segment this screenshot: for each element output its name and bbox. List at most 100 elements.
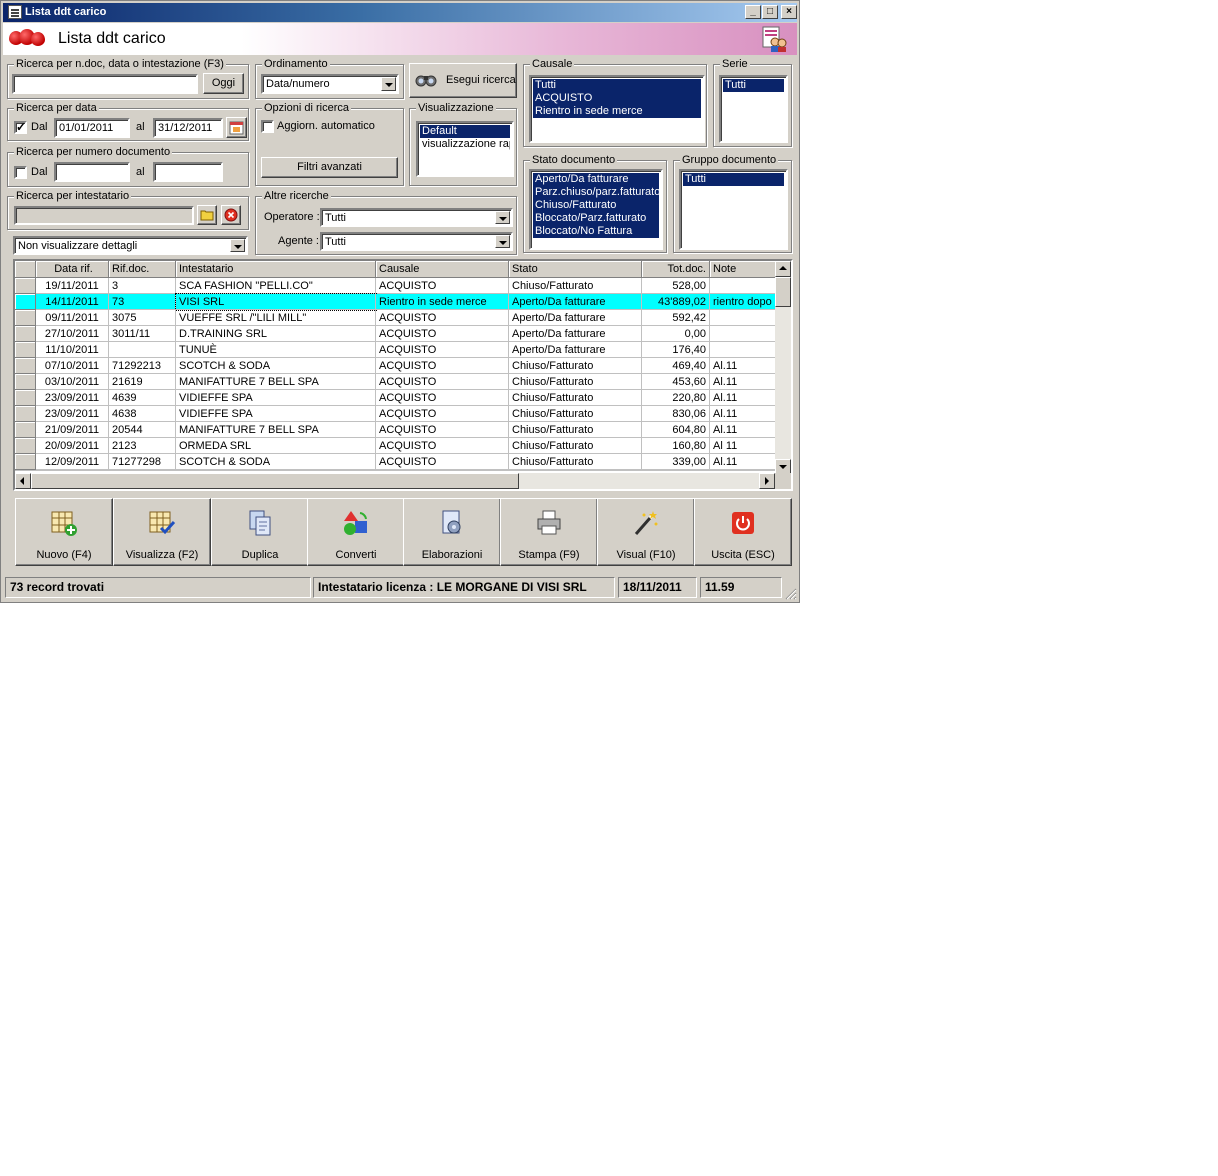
table-row[interactable]: 14/11/2011 73 VISI SRL Rientro in sede merc… (15, 293, 780, 311)
numdoc-dal-checkbox[interactable] (14, 166, 27, 179)
table-cell[interactable]: 4639 (109, 390, 176, 406)
table-row[interactable]: 03/10/2011 21619 MANIFATTURE 7 BELL SPA ACQ… (15, 374, 780, 390)
table-cell[interactable]: 20/09/2011 (36, 438, 109, 454)
row-indicator[interactable] (15, 342, 36, 358)
table-cell[interactable]: D.TRAINING SRL (176, 326, 376, 342)
table-cell[interactable]: VISI SRL (175, 293, 377, 311)
table-cell[interactable]: Aperto/Da fatturare (509, 310, 642, 326)
visualizzazione-item[interactable]: visualizzazione rapida (420, 138, 510, 151)
table-cell[interactable]: Chiuso/Fatturato (509, 374, 642, 390)
table-cell[interactable]: 469,40 (642, 358, 710, 374)
table-cell[interactable]: ORMEDA SRL (176, 438, 376, 454)
horizontal-scroll-thumb[interactable] (31, 473, 519, 489)
table-cell[interactable]: 21619 (109, 374, 176, 390)
table-cell[interactable]: Chiuso/Fatturato (509, 278, 642, 294)
numdoc-from-input[interactable] (54, 162, 130, 182)
table-cell[interactable]: 20544 (109, 422, 176, 438)
calendar-button[interactable] (226, 117, 247, 138)
column-header[interactable]: Tot.doc. (642, 261, 710, 278)
maximize-button[interactable]: □ (762, 5, 778, 19)
table-cell[interactable] (710, 278, 780, 294)
table-cell[interactable]: Chiuso/Fatturato (509, 454, 642, 470)
causale-item[interactable]: Rientro in sede merce (533, 105, 701, 118)
table-cell[interactable]: Aperto/Da fatturare (509, 342, 642, 358)
title-bar[interactable]: Lista ddt carico _ □ × (3, 3, 797, 22)
table-cell[interactable]: 73 (109, 294, 176, 310)
table-cell[interactable]: ACQUISTO (376, 358, 509, 374)
close-button[interactable]: × (781, 5, 797, 19)
table-cell[interactable]: 14/11/2011 (36, 294, 109, 310)
table-cell[interactable]: Al 11 (710, 438, 780, 454)
scroll-left-icon[interactable] (15, 473, 31, 489)
chevron-down-icon[interactable] (381, 77, 396, 91)
table-row[interactable]: 21/09/2011 20544 MANIFATTURE 7 BELL SPA ACQ… (15, 422, 780, 438)
table-row[interactable]: 23/09/2011 4639 VIDIEFFE SPA ACQUISTO Chiuso… (15, 390, 780, 406)
table-cell[interactable]: 43'889,02 (642, 294, 710, 310)
column-header[interactable]: Stato (509, 261, 642, 278)
table-cell[interactable]: ACQUISTO (376, 390, 509, 406)
table-cell[interactable]: Al.11 (710, 454, 780, 470)
oggi-button[interactable]: Oggi (203, 73, 244, 94)
row-indicator[interactable] (15, 438, 36, 454)
gruppo-listbox[interactable]: Tutti (679, 169, 788, 250)
table-cell[interactable]: 19/11/2011 (36, 278, 109, 294)
table-cell[interactable]: Aperto/Da fatturare (509, 294, 642, 310)
table-cell[interactable]: Al.11 (710, 406, 780, 422)
row-indicator[interactable] (15, 406, 36, 422)
table-cell[interactable]: 27/10/2011 (36, 326, 109, 342)
ndoc-search-input[interactable] (12, 74, 198, 94)
table-cell[interactable]: ACQUISTO (376, 326, 509, 342)
causale-item[interactable]: Tutti (533, 79, 701, 92)
table-cell[interactable]: ACQUISTO (376, 454, 509, 470)
row-indicator[interactable] (15, 422, 36, 438)
ddt-grid[interactable]: Data rif. Rif.doc. Intestatario Causale … (13, 259, 793, 491)
table-cell[interactable] (710, 326, 780, 342)
chevron-down-icon[interactable] (230, 239, 245, 252)
esegui-ricerca-button[interactable]: Esegui ricerca (409, 63, 517, 98)
table-cell[interactable]: 830,06 (642, 406, 710, 422)
operatore-select[interactable]: Tutti (320, 208, 513, 227)
table-cell[interactable]: ACQUISTO (376, 406, 509, 422)
table-cell[interactable]: SCA FASHION "PELLI.CO" (176, 278, 376, 294)
table-row[interactable]: 19/11/2011 3 SCA FASHION "PELLI.CO" ACQUIST… (15, 278, 780, 294)
table-cell[interactable]: Chiuso/Fatturato (509, 438, 642, 454)
table-cell[interactable]: Al.11 (710, 390, 780, 406)
table-cell[interactable]: Al.11 (710, 422, 780, 438)
table-row[interactable]: 11/10/2011 TUNUÈ ACQUISTO Aperto/Da fattura… (15, 342, 780, 358)
row-indicator[interactable] (15, 390, 36, 406)
scroll-right-icon[interactable] (759, 473, 775, 489)
table-cell[interactable]: 3011/11 (109, 326, 176, 342)
minimize-button[interactable]: _ (745, 5, 761, 19)
date-from-input[interactable]: 01/01/2011 (54, 118, 130, 138)
aggiorn-automatico-checkbox[interactable] (261, 120, 274, 133)
table-cell[interactable]: Aperto/Da fatturare (509, 326, 642, 342)
table-cell[interactable]: TUNUÈ (176, 342, 376, 358)
table-cell[interactable]: 4638 (109, 406, 176, 422)
column-header[interactable]: Note (710, 261, 780, 278)
table-cell[interactable]: VIDIEFFE SPA (176, 406, 376, 422)
table-cell[interactable]: VUEFFE SRL /"LILI MILL" (176, 310, 376, 326)
table-cell[interactable]: 3075 (109, 310, 176, 326)
table-cell[interactable]: ACQUISTO (376, 310, 509, 326)
table-row[interactable]: 09/11/2011 3075 VUEFFE SRL /"LILI MILL" ACQ… (15, 310, 780, 326)
table-cell[interactable] (109, 342, 176, 358)
serie-listbox[interactable]: Tutti (719, 75, 788, 143)
chevron-down-icon[interactable] (495, 211, 510, 224)
dettagli-select[interactable]: Non visualizzare dettagli (13, 236, 248, 255)
app-icon[interactable] (8, 5, 22, 19)
elaborazioni-button[interactable]: Elaborazioni (403, 498, 501, 566)
table-cell[interactable]: 0,00 (642, 326, 710, 342)
chevron-down-icon[interactable] (495, 235, 510, 248)
dal-date-checkbox[interactable] (14, 120, 27, 134)
table-row[interactable]: 07/10/2011 71292213 SCOTCH & SODA ACQUISTO C… (15, 358, 780, 374)
table-cell[interactable]: ACQUISTO (376, 342, 509, 358)
intestatario-input[interactable] (14, 206, 194, 225)
causale-listbox[interactable]: Tutti ACQUISTO Rientro in sede merce (529, 75, 705, 143)
table-cell[interactable]: 23/09/2011 (36, 406, 109, 422)
nuovo-button[interactable]: Nuovo (F4) (15, 498, 113, 566)
stato-item[interactable]: Parz.chiuso/parz.fatturato (533, 186, 659, 199)
column-header[interactable]: Intestatario (176, 261, 376, 278)
visual-button[interactable]: Visual (F10) (597, 498, 695, 566)
agente-select[interactable]: Tutti (320, 232, 513, 251)
table-cell[interactable]: Rientro in sede merce (376, 294, 509, 310)
